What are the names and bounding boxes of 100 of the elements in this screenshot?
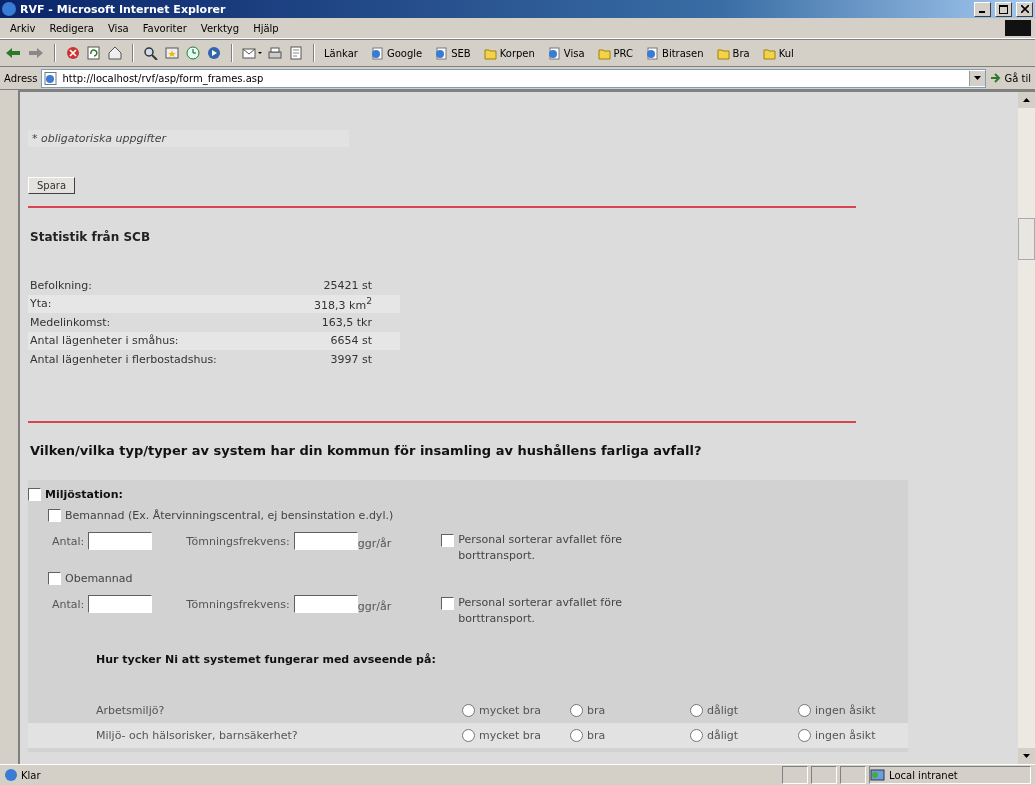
- folder-icon: [762, 46, 776, 60]
- link-button[interactable]: Bitrasen: [642, 46, 708, 60]
- menu-item[interactable]: Visa: [102, 22, 135, 34]
- browser-logo-icon: [2, 2, 16, 16]
- refresh-icon[interactable]: [86, 46, 102, 60]
- radio-button[interactable]: [570, 728, 583, 742]
- web-page-icon: [547, 46, 561, 60]
- link-button[interactable]: SEB: [431, 46, 475, 60]
- radio-button[interactable]: [690, 728, 703, 742]
- status-panel: [811, 766, 837, 784]
- link-button[interactable]: Kul: [758, 46, 798, 60]
- web-page-icon: [646, 46, 660, 60]
- print-icon[interactable]: [267, 46, 283, 60]
- unit-label: ggr/år: [357, 535, 392, 550]
- checkbox-label: Obemannad: [65, 571, 133, 585]
- checkbox[interactable]: [48, 571, 61, 585]
- home-icon[interactable]: [107, 46, 123, 60]
- checkbox-label: Bemannad (Ex. Återvinningscentral, ej bensinstation e.dyl.): [65, 508, 394, 522]
- section-heading: Statistik från SCB: [30, 230, 152, 244]
- folder-icon: [716, 46, 730, 60]
- checkbox-label: Miljöstation:: [45, 487, 123, 501]
- scroll-down-icon[interactable]: [1018, 748, 1035, 764]
- stop-icon[interactable]: [65, 46, 81, 60]
- radio-button[interactable]: [462, 703, 475, 717]
- link-button[interactable]: Google: [366, 46, 427, 60]
- radio-label: ingen åsikt: [815, 728, 876, 742]
- media-icon[interactable]: [206, 46, 222, 60]
- radio-button[interactable]: [798, 728, 811, 742]
- status-panel: [840, 766, 866, 784]
- radio-button[interactable]: [690, 703, 703, 717]
- link-button[interactable]: Bra: [712, 46, 754, 60]
- stat-value: 3997 st: [329, 352, 372, 366]
- minimize-button[interactable]: [974, 1, 991, 17]
- folder-icon: [597, 46, 611, 60]
- checkbox[interactable]: [441, 533, 455, 547]
- radio-label: mycket bra: [479, 728, 542, 742]
- input-field[interactable]: [293, 531, 358, 550]
- close-icon: [1020, 5, 1029, 13]
- history-icon[interactable]: [185, 46, 201, 60]
- menu-item[interactable]: Favoriter: [136, 22, 193, 34]
- network-icon: [870, 768, 886, 782]
- menu-item[interactable]: Verktyg: [194, 22, 246, 34]
- web-page-icon: [4, 768, 18, 782]
- maximize-icon: [999, 4, 1008, 14]
- required-note: * obligatoriska uppgifter: [28, 130, 349, 147]
- web-page-icon: [370, 46, 384, 60]
- checkbox[interactable]: [48, 508, 61, 522]
- menu-item[interactable]: Redigera: [43, 22, 100, 34]
- question-text: Vilken/vilka typ/typer av system har din kommun för insamling av hushållens farliga avfall?: [30, 442, 703, 458]
- mail-icon[interactable]: [242, 46, 262, 60]
- checkbox[interactable]: [441, 596, 455, 610]
- page-icon[interactable]: [288, 46, 304, 60]
- radio-label: dåligt: [707, 728, 739, 742]
- link-button[interactable]: PRC: [593, 46, 638, 60]
- radio-label: ingen åsikt: [815, 703, 876, 717]
- radio-label: dåligt: [707, 703, 739, 717]
- stat-value: 25421 st: [322, 278, 372, 292]
- scrollbar[interactable]: [1018, 92, 1035, 764]
- input-field[interactable]: [293, 594, 358, 613]
- checkbox-label: Personal sorterar avfallet före borttransport.: [458, 594, 623, 627]
- unit-label: ggr/år: [357, 598, 392, 613]
- radio-button[interactable]: [570, 703, 583, 717]
- save-button[interactable]: Spara: [28, 177, 76, 194]
- question-text: Hur tycker Ni att systemet fungerar med avseende på:: [96, 652, 437, 666]
- folder-icon: [483, 46, 497, 60]
- address-field[interactable]: http://localhost/rvf/asp/form_frames.asp: [41, 68, 987, 88]
- dropdown-button[interactable]: [969, 70, 986, 86]
- zone-status: Local intranet: [869, 766, 1031, 784]
- status-panel: [782, 766, 808, 784]
- address-label: Adress: [4, 72, 38, 84]
- field-label: Tömningsfrekvens:: [186, 596, 290, 611]
- input-field[interactable]: [88, 531, 153, 550]
- stat-value: 163,5 tkr: [320, 315, 372, 329]
- field-label: Tömningsfrekvens:: [186, 533, 290, 548]
- checkbox-label: Personal sorterar avfallet före borttransport.: [458, 531, 623, 564]
- input-field[interactable]: [88, 594, 153, 613]
- scroll-thumb[interactable]: [1018, 218, 1035, 260]
- stat-value: 6654 st: [329, 334, 372, 348]
- caret-icon: [974, 76, 982, 80]
- field-label: Antal:: [52, 596, 85, 611]
- favorites-icon[interactable]: [164, 46, 180, 60]
- stat-label: Befolkning:: [30, 278, 94, 292]
- back-arrow-icon[interactable]: [4, 46, 22, 60]
- search-icon[interactable]: [143, 46, 159, 60]
- scroll-up-icon[interactable]: [1018, 92, 1035, 108]
- checkbox[interactable]: [28, 487, 41, 501]
- close-button[interactable]: [1016, 1, 1033, 17]
- link-button[interactable]: Korpen: [479, 46, 539, 60]
- link-button[interactable]: Visa: [543, 46, 589, 60]
- menu-item[interactable]: Hjälp: [247, 22, 285, 34]
- menu-item[interactable]: Arkiv: [4, 22, 42, 34]
- maximize-button[interactable]: [995, 1, 1012, 17]
- stat-label: Antal lägenheter i flerbostadshus:: [30, 352, 218, 366]
- status-text: Klar: [21, 769, 41, 781]
- web-page-icon: [44, 71, 59, 85]
- radio-button[interactable]: [798, 703, 811, 717]
- stat-label: Yta:: [30, 297, 53, 311]
- stat-value: 318,3 km$^{2}$: [313, 295, 372, 313]
- go-button[interactable]: Gå til: [990, 72, 1031, 84]
- radio-button[interactable]: [462, 728, 475, 742]
